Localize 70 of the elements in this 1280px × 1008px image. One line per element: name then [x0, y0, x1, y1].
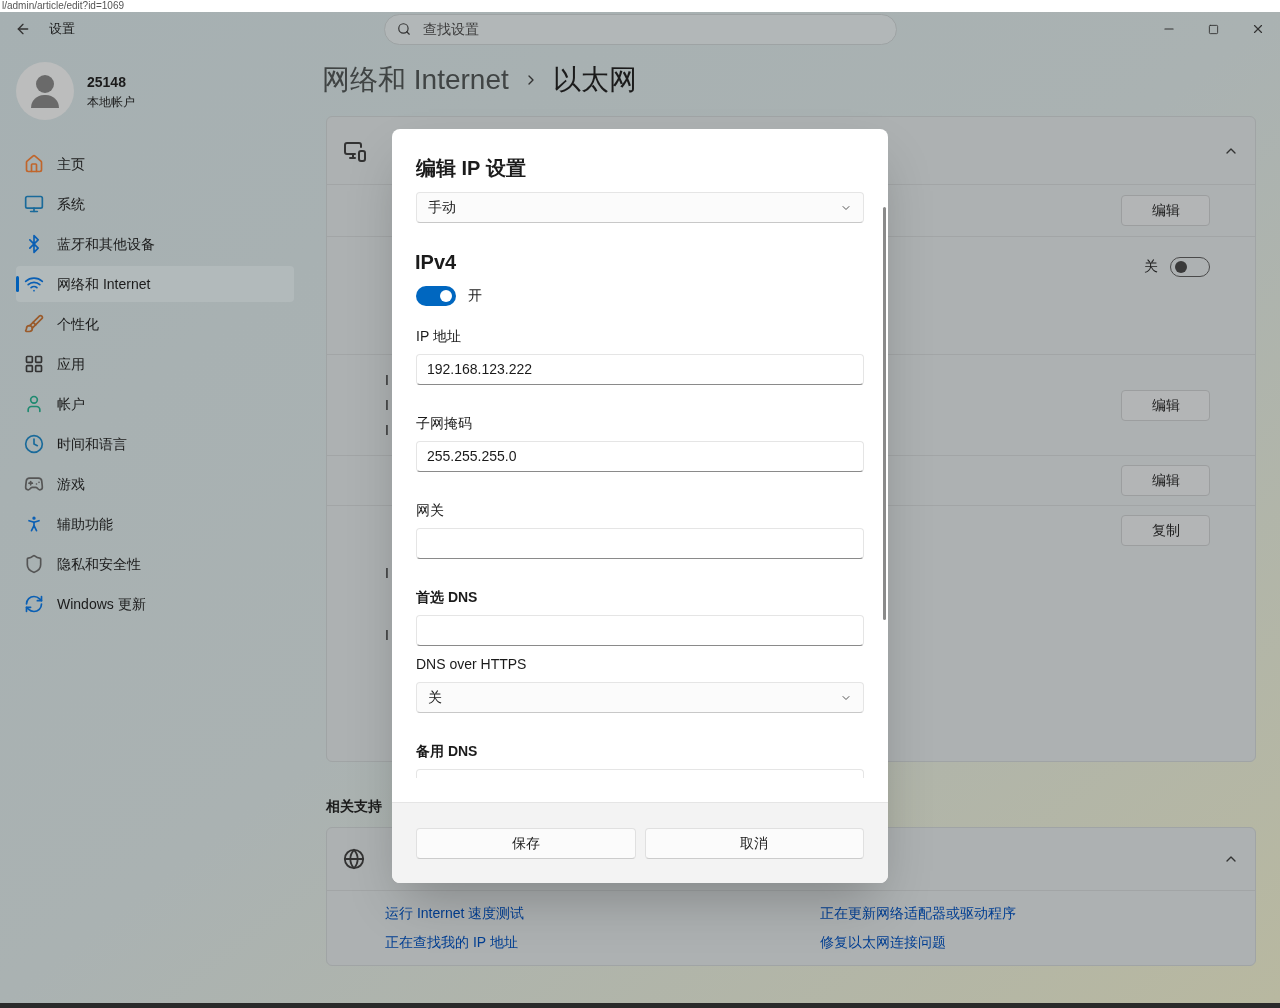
sidebar-item[interactable]: 系统 [16, 186, 294, 222]
setting-text: I [385, 626, 389, 645]
close-icon[interactable] [1251, 22, 1265, 36]
page-title: 以太网 [552, 63, 637, 97]
account-type: 本地帐户 [87, 93, 135, 111]
field-label: 备用 DNS [416, 742, 479, 761]
gamepad-icon [24, 474, 44, 494]
field-label: IP 地址 [416, 327, 462, 346]
sidebar-item[interactable]: 主页 [16, 146, 294, 182]
sidebar-item[interactable]: 隐私和安全性 [16, 546, 294, 582]
sidebar-item[interactable]: 应用 [16, 346, 294, 382]
support-link[interactable]: 运行 Internet 速度测试 [385, 903, 525, 924]
browser-url: l/admin/article/edit?id=1069 [2, 0, 125, 12]
sidebar-item[interactable]: 时间和语言 [16, 426, 294, 462]
field-label: DNS over HTTPS [416, 655, 528, 674]
sidebar-item[interactable]: 个性化 [16, 306, 294, 342]
apps-icon [24, 354, 44, 374]
breadcrumb-parent[interactable]: 网络和 Internet [322, 62, 509, 98]
sidebar-item[interactable]: 网络和 Internet [16, 266, 294, 302]
toggle-switch[interactable] [416, 285, 456, 306]
brush-icon [24, 314, 44, 334]
field-label: 首选 DNS [416, 588, 479, 607]
sidebar-item[interactable]: 帐户 [16, 386, 294, 422]
maximize-icon[interactable] [1208, 23, 1219, 35]
input-field[interactable] [416, 528, 864, 559]
section-heading: 相关支持 [326, 797, 383, 816]
input-field[interactable]: 192.168.123.222 [416, 354, 864, 385]
input-field[interactable]: 255.255.255.0 [416, 441, 864, 472]
support-link[interactable]: 正在查找我的 IP 地址 [385, 932, 518, 953]
edit-button[interactable]: 编辑 [1121, 195, 1210, 226]
field-label: 网关 [416, 501, 445, 520]
back-icon[interactable] [15, 21, 31, 37]
user-icon [24, 394, 44, 414]
section-title: IPv4 [415, 250, 458, 275]
scrollbar[interactable] [883, 207, 886, 620]
toggle-state: 开 [468, 286, 482, 305]
edit-button[interactable]: 复制 [1121, 515, 1210, 546]
toggle-state: 关 [1144, 257, 1158, 276]
mode-dropdown[interactable]: 手动 [416, 192, 864, 223]
monitor-icon [24, 194, 44, 214]
sidebar-item[interactable]: 游戏 [16, 466, 294, 502]
setting-text: I [385, 564, 389, 583]
selection-indicator [16, 276, 19, 292]
update-icon [24, 594, 44, 614]
sidebar-item[interactable]: 蓝牙和其他设备 [16, 226, 294, 262]
save-button[interactable]: 保存 [416, 827, 636, 859]
wifi-icon [24, 274, 44, 294]
input-field[interactable] [416, 615, 864, 646]
sidebar-item[interactable]: 辅助功能 [16, 506, 294, 542]
search-icon [397, 22, 411, 36]
sidebar-item[interactable]: Windows 更新 [16, 586, 294, 622]
dialog-title: 编辑 IP 设置 [416, 156, 527, 181]
search-field[interactable]: 查找设置 [384, 13, 897, 45]
shield-icon [24, 554, 44, 574]
home-icon [24, 154, 44, 174]
edit-button[interactable]: 编辑 [1121, 389, 1210, 421]
setting-text: I [385, 370, 389, 390]
globe-icon [343, 848, 365, 870]
support-link[interactable]: 修复以太网连接问题 [820, 932, 946, 953]
window-title: 设置 [49, 20, 75, 39]
setting-text: I [385, 395, 389, 415]
search-input[interactable]: 查找设置 [423, 18, 884, 40]
support-link[interactable]: 正在更新网络适配器或驱动程序 [820, 903, 1016, 924]
dropdown-field[interactable]: 关 [416, 682, 864, 713]
field-label: 子网掩码 [416, 414, 473, 433]
setting-text: I [385, 420, 389, 440]
edit-button[interactable]: 编辑 [1121, 465, 1210, 496]
clock-icon [24, 434, 44, 454]
account-name: 25148 [87, 72, 127, 92]
cancel-button[interactable]: 取消 [644, 827, 864, 859]
